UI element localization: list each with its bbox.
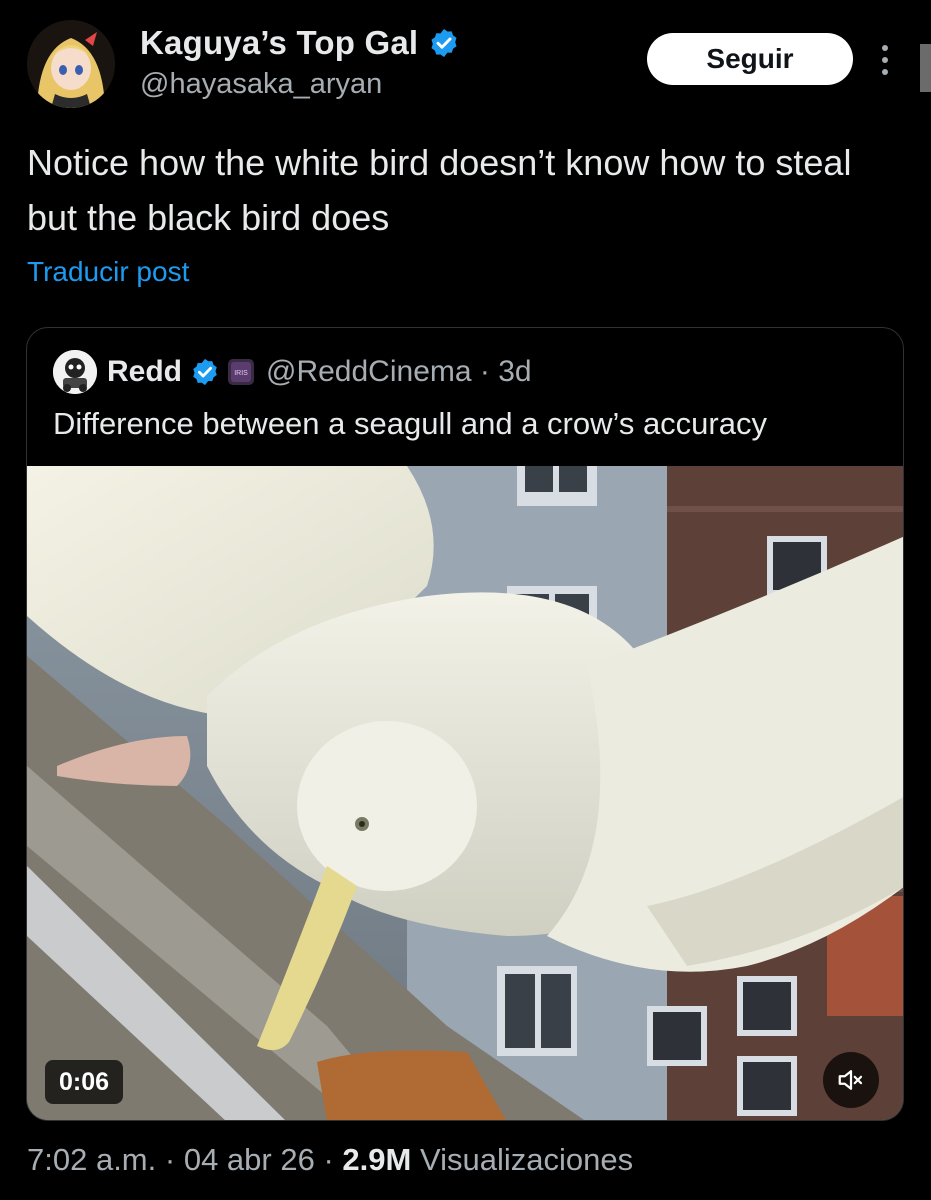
translate-post-link[interactable]: Traducir post	[27, 256, 189, 288]
quoted-author-name: Redd	[107, 355, 182, 388]
quoted-separator: ·	[479, 355, 490, 388]
quoted-author-avatar	[53, 350, 97, 394]
more-options-icon[interactable]	[873, 40, 897, 80]
views-count[interactable]: 2.9M	[342, 1142, 411, 1177]
affiliate-badge-icon: IRIS	[228, 359, 254, 385]
post-meta: 7:02 a.m. · 04 abr 26 · 2.9M Visualizaci…	[27, 1142, 633, 1178]
speaker-muted-icon	[838, 1070, 863, 1090]
meta-separator: ·	[323, 1142, 334, 1177]
author-display-name[interactable]: Kaguya’s Top Gal	[140, 24, 418, 62]
verified-badge-icon	[428, 27, 460, 59]
quoted-author-handle-and-age: @ReddCinema · 3d	[266, 355, 532, 389]
author-handle[interactable]: @hayasaka_aryan	[140, 68, 382, 101]
author-name-row: Kaguya’s Top Gal	[140, 24, 460, 62]
quoted-post-text: Difference between a seagull and a crow’…	[53, 406, 767, 441]
affiliate-badge-text: IRIS	[234, 370, 248, 377]
video-player[interactable]: 0:06	[27, 466, 903, 1120]
post-text: Notice how the white bird doesn’t know h…	[27, 142, 852, 238]
post-time: 7:02 a.m.	[27, 1142, 157, 1177]
follow-button[interactable]: Seguir	[647, 33, 853, 85]
quoted-age: 3d	[498, 355, 532, 388]
quoted-post-header: Redd IRIS @ReddCinema · 3d	[53, 350, 532, 394]
quoted-handle: @ReddCinema	[266, 355, 472, 388]
quoted-post-card[interactable]: Redd IRIS @ReddCinema · 3d Difference be…	[26, 327, 904, 1121]
meta-separator: ·	[164, 1142, 176, 1177]
post-date: 04 abr 26	[183, 1142, 315, 1177]
author-avatar[interactable]	[27, 20, 115, 108]
quoted-verified-badge-icon	[190, 357, 220, 387]
video-frame-image	[27, 466, 903, 1120]
scrollbar-thumb[interactable]	[920, 44, 931, 92]
mute-toggle-button[interactable]	[823, 1052, 879, 1108]
video-duration: 0:06	[45, 1060, 124, 1104]
views-label[interactable]: Visualizaciones	[420, 1142, 633, 1177]
